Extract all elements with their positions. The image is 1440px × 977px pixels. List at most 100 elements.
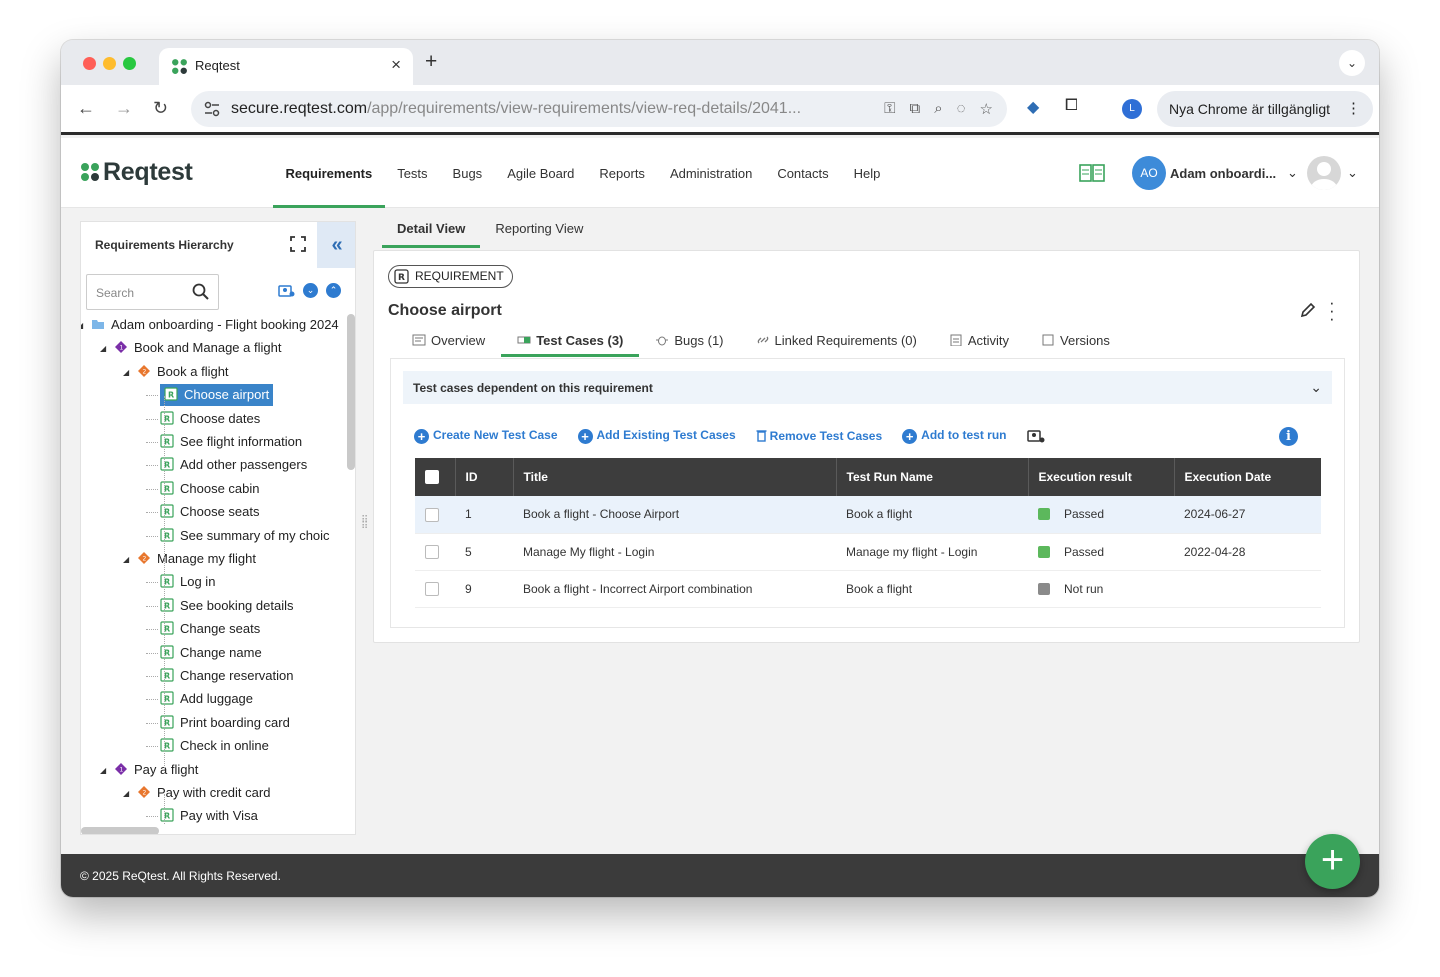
open-book-icon[interactable] <box>1079 163 1105 183</box>
tree-node[interactable]: R Add luggage <box>160 688 253 710</box>
extensions-puzzle-icon[interactable]: ⧠ <box>1065 97 1078 115</box>
tab-detail-view[interactable]: Detail View <box>382 218 481 248</box>
tree-node[interactable]: R See booking details <box>160 595 293 617</box>
reload-icon[interactable]: ↻ <box>153 98 168 119</box>
user-initials-avatar[interactable]: AO <box>1132 156 1166 190</box>
menu-tests[interactable]: Tests <box>385 138 440 208</box>
tree-node[interactable]: 1 Pay a flight <box>114 759 198 781</box>
profile-chevron-down-icon[interactable]: ⌄ <box>1347 165 1358 181</box>
tree-node[interactable]: 2 Pay with credit card <box>137 782 270 804</box>
tree-toggle-icon[interactable]: ◢ <box>100 344 106 353</box>
tree-toggle-icon[interactable]: ◢ <box>123 368 129 377</box>
forward-icon[interactable]: → <box>115 98 133 119</box>
extension-icon[interactable]: ◆ <box>1027 97 1039 117</box>
fullscreen-icon[interactable] <box>289 235 307 253</box>
tab-bugs[interactable]: Bugs (1) <box>639 333 739 355</box>
eye-off-icon[interactable]: ◌ <box>957 100 966 118</box>
bookmark-star-icon[interactable]: ☆ <box>980 100 993 118</box>
col-execution-result[interactable]: Execution result <box>1028 458 1175 496</box>
assign-users-icon[interactable] <box>1026 427 1046 444</box>
more-options-icon[interactable]: · · · <box>1329 294 1335 327</box>
info-icon[interactable]: i <box>1279 427 1298 446</box>
tree-search-input[interactable]: Search <box>86 274 219 310</box>
tree-node[interactable]: R Print boarding card <box>160 712 290 734</box>
tree-node[interactable]: Adam onboarding - Flight booking 2024 <box>91 314 339 336</box>
tree-toggle-icon[interactable]: ◢ <box>123 789 129 798</box>
collapse-all-icon[interactable]: ⌃ <box>326 282 341 298</box>
table-row[interactable]: 5 Manage My flight - Login Manage my fligh… <box>415 533 1321 571</box>
chrome-menu-icon[interactable]: ⋮ <box>1346 99 1361 117</box>
chrome-update-button[interactable]: Nya Chrome är tillgängligt ⋮ <box>1157 91 1373 127</box>
cell-title[interactable]: Book a flight - Choose Airport <box>513 496 836 534</box>
new-tab-icon[interactable]: + <box>425 50 437 74</box>
site-settings-icon[interactable] <box>203 100 221 118</box>
menu-administration[interactable]: Administration <box>657 138 764 208</box>
tree-node[interactable]: R Change name <box>160 642 262 664</box>
tab-versions[interactable]: Versions <box>1025 333 1126 355</box>
add-floating-button[interactable]: + <box>1305 834 1360 889</box>
search-icon[interactable] <box>192 283 210 301</box>
translate-icon[interactable]: ⧉ <box>910 100 921 118</box>
add-existing-test-cases-button[interactable]: + Add Existing Test Cases <box>577 428 736 444</box>
reqtest-logo[interactable]: Reqtest <box>80 158 193 187</box>
col-title[interactable]: Title <box>513 458 837 496</box>
panel-resize-handle[interactable]: ⠿ ⠿ <box>361 516 369 544</box>
tree-node[interactable]: R Choose dates <box>160 408 260 430</box>
table-row[interactable]: 1 Book a flight - Choose Airport Book a fl… <box>415 496 1321 534</box>
tree-node[interactable]: R Check in online <box>160 735 269 757</box>
accordion-chevron-icon[interactable]: ⌄ <box>1310 379 1322 396</box>
add-to-test-run-button[interactable]: + Add to test run <box>902 428 1006 444</box>
chevron-down-icon[interactable]: ⌄ <box>1287 165 1298 181</box>
tree-toggle-icon[interactable]: ◢ <box>81 321 83 330</box>
tab-overview[interactable]: Overview <box>396 333 501 355</box>
col-execution-date[interactable]: Execution Date <box>1174 458 1321 496</box>
tree-node[interactable]: R Change seats <box>160 618 260 640</box>
profile-picture[interactable] <box>1307 156 1341 190</box>
user-name[interactable]: Adam onboardi... <box>1170 166 1276 181</box>
expand-all-icon[interactable]: ⌄ <box>303 282 318 298</box>
col-id[interactable]: ID <box>455 458 514 496</box>
tree-node[interactable]: R See flight information <box>160 431 302 453</box>
browser-tab[interactable]: Reqtest × <box>159 48 413 85</box>
row-checkbox[interactable] <box>425 507 439 522</box>
tree-node[interactable]: R Log in <box>160 571 215 593</box>
tab-reporting-view[interactable]: Reporting View <box>480 218 598 248</box>
select-all-checkbox[interactable] <box>425 470 439 485</box>
tree-node[interactable]: R Add other passengers <box>160 454 307 476</box>
close-window-button[interactable] <box>83 57 96 70</box>
zoom-window-button[interactable] <box>123 57 136 70</box>
back-icon[interactable]: ← <box>77 98 95 119</box>
tree-node[interactable]: R See summary of my choic <box>160 525 330 547</box>
cell-title[interactable]: Manage My flight - Login <box>513 533 836 571</box>
tree-node[interactable]: R Pay with Visa <box>160 805 258 827</box>
zoom-icon[interactable]: ⌕ <box>934 100 942 118</box>
filter-users-icon[interactable] <box>277 282 295 298</box>
menu-help[interactable]: Help <box>841 138 893 208</box>
menu-reports[interactable]: Reports <box>587 138 658 208</box>
edit-pencil-icon[interactable] <box>1299 301 1317 319</box>
create-new-test-case-button[interactable]: + Create New Test Case <box>414 428 558 444</box>
cell-title[interactable]: Book a flight - Incorrect Airport combin… <box>513 570 836 608</box>
horizontal-scrollbar[interactable] <box>81 827 159 834</box>
tree-node[interactable]: R Choose cabin <box>160 478 260 500</box>
collapse-panel-icon[interactable]: « <box>317 222 355 268</box>
tree-node[interactable]: 2 Book a flight <box>137 361 229 383</box>
col-test-run-name[interactable]: Test Run Name <box>836 458 1029 496</box>
menu-requirements[interactable]: Requirements <box>273 138 385 208</box>
tab-search-icon[interactable]: ⌄ <box>1339 50 1365 76</box>
menu-agile-board[interactable]: Agile Board <box>495 138 587 208</box>
remove-test-cases-button[interactable]: Remove Test Cases <box>756 429 882 443</box>
section-accordion-header[interactable]: Test cases dependent on this requirement… <box>403 371 1332 404</box>
tab-linked-requirements[interactable]: Linked Requirements (0) <box>740 333 933 355</box>
row-checkbox[interactable] <box>425 581 439 596</box>
menu-bugs[interactable]: Bugs <box>440 138 495 208</box>
row-checkbox[interactable] <box>425 544 439 559</box>
table-row[interactable]: 9 Book a flight - Incorrect Airport combi… <box>415 570 1321 608</box>
close-tab-icon[interactable]: × <box>391 55 401 75</box>
vertical-scrollbar[interactable] <box>347 314 355 470</box>
tree-toggle-icon[interactable]: ◢ <box>123 555 129 564</box>
tree-node[interactable]: R Choose airport <box>160 384 274 407</box>
address-bar[interactable]: secure.reqtest.com/app/requirements/view… <box>191 91 1007 127</box>
tree-node[interactable]: 1 Book and Manage a flight <box>114 337 281 359</box>
key-icon[interactable]: ⚿ <box>884 100 895 118</box>
